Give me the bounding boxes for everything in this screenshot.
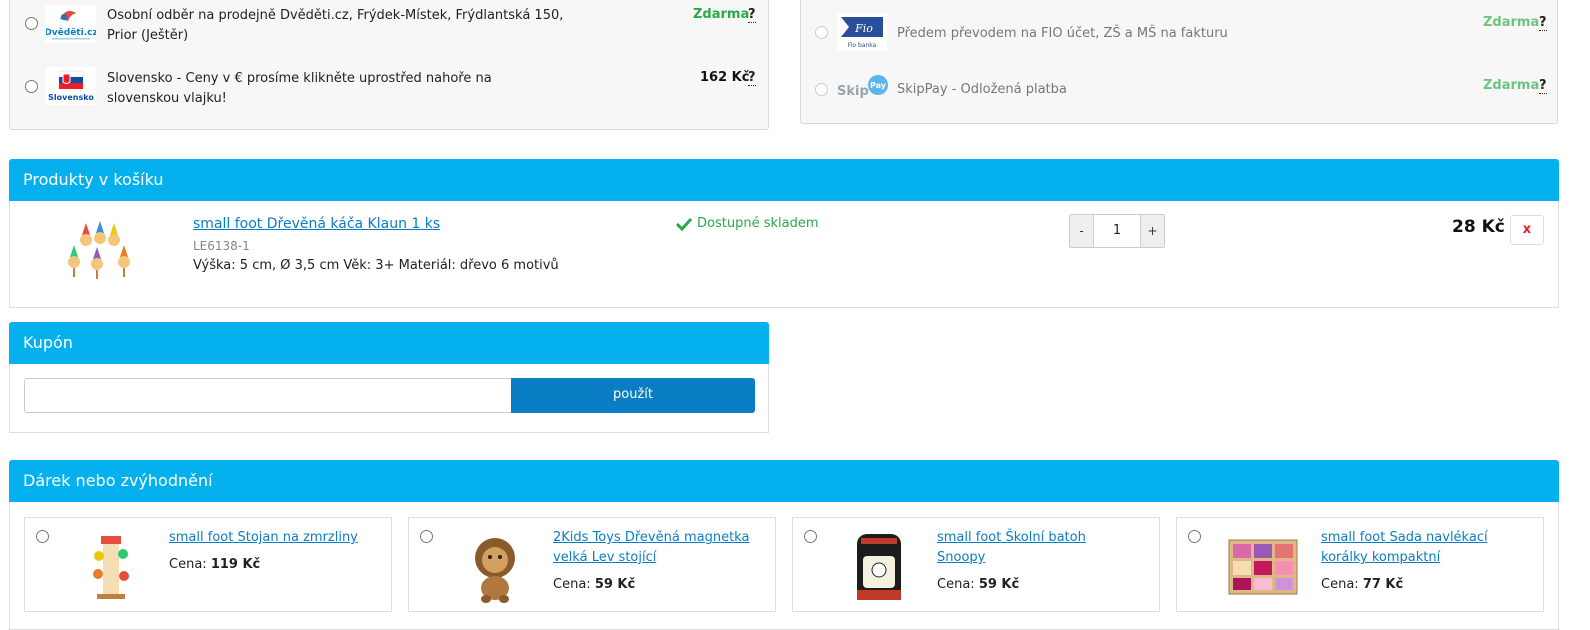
shipping-price-pickup: Zdarma (693, 7, 750, 22)
payment-radio-fio[interactable] (815, 26, 828, 39)
coupon-section-header: Kupón (9, 322, 769, 364)
backpack-icon (857, 534, 901, 600)
fio-bank-logo-icon: Fio Fio banka (837, 13, 887, 51)
payment-help-skippay[interactable]: ? (1539, 79, 1547, 94)
gift-option-lion-magnet[interactable]: 2Kids Toys Dřevěná magnetka velká Lev st… (408, 517, 776, 612)
gift-price-value-3: 59 Kč (978, 577, 1020, 592)
gift-image-1 (71, 526, 151, 606)
gift-option-snoopy-backpack[interactable]: small foot Školní batoh Snoopy Cena: 59 … (792, 517, 1160, 612)
dvedeti-logo-icon: Dvěděti.cz (44, 5, 98, 43)
clown-tops-icon (68, 221, 130, 279)
product-name-link[interactable]: small foot Dřevěná káča Klaun 1 ks (193, 216, 440, 232)
gift-price-label: Cena: (169, 557, 207, 572)
gift-radio-2[interactable] (420, 530, 433, 543)
gift-image-3 (839, 526, 919, 606)
lion-icon (475, 538, 515, 603)
quantity-input[interactable]: 1 (1094, 215, 1140, 247)
shipping-option-slovakia[interactable]: Slovensko Slovensko - Ceny v € prosíme k… (10, 61, 768, 117)
gift-price-value-2: 59 Kč (594, 577, 636, 592)
fio-logo-subtext: Fio banka (848, 42, 877, 49)
shipping-radio-pickup[interactable] (25, 17, 38, 30)
quantity-increase-button[interactable]: + (1140, 215, 1164, 247)
gifts-section-header: Dárek nebo zvýhodnění (9, 460, 1559, 502)
product-description: Výška: 5 cm, Ø 3,5 cm Věk: 3+ Materiál: … (193, 258, 559, 273)
shipping-price-slovakia: 162 Kč (700, 70, 750, 85)
product-total-price: 28 Kč (1452, 217, 1505, 237)
gift-price-label: Cena: (937, 577, 975, 592)
gift-radio-3[interactable] (804, 530, 817, 543)
product-code: LE6138-1 (193, 239, 250, 253)
gift-name-4[interactable]: small foot Sada navlékací korálky kompak… (1321, 528, 1521, 568)
skippay-logo-text-b: Pay (870, 81, 887, 90)
dvedeti-logo-text: Dvěděti.cz (46, 27, 96, 38)
cart-section-header: Produkty v košíku (9, 159, 1559, 201)
shipping-option-pickup[interactable]: Dvěděti.cz Osobní odběr na prodejně Dvěd… (10, 0, 768, 53)
shipping-label-pickup: Osobní odběr na prodejně Dvěděti.cz, Frý… (107, 8, 564, 43)
payment-price-skippay: Zdarma (1483, 78, 1540, 93)
gift-radio-1[interactable] (36, 530, 49, 543)
shipping-help-slovakia[interactable]: ? (748, 71, 756, 86)
bead-box-icon (1228, 539, 1298, 595)
skippay-logo-text-a: Skip (837, 84, 869, 99)
slovakia-logo-text: Slovensko (48, 93, 94, 102)
shipping-radio-slovakia[interactable] (25, 80, 38, 93)
coupon-input[interactable] (24, 378, 512, 413)
remove-item-button[interactable]: x (1510, 215, 1544, 245)
stock-status: Dostupné skladem (697, 216, 819, 231)
shipping-help-pickup[interactable]: ? (748, 8, 756, 23)
quantity-stepper[interactable]: - 1 + (1069, 214, 1165, 248)
gift-name-3[interactable]: small foot Školní batoh Snoopy (937, 528, 1137, 568)
fio-logo-text: Fio (854, 22, 873, 35)
gift-name-2[interactable]: 2Kids Toys Dřevěná magnetka velká Lev st… (553, 528, 753, 568)
payment-radio-skippay[interactable] (815, 83, 828, 96)
gift-price-label: Cena: (553, 577, 591, 592)
gift-radio-4[interactable] (1188, 530, 1201, 543)
skippay-logo-icon: Skip Pay (835, 73, 891, 103)
payment-price-fio: Zdarma (1483, 15, 1540, 30)
payment-options-box: Fio Fio banka Předem převodem na FIO úče… (800, 0, 1558, 124)
ice-cream-stand-icon (93, 536, 129, 599)
gift-price-3: Cena: 59 Kč (937, 577, 1019, 592)
payment-help-fio[interactable]: ? (1539, 16, 1547, 31)
gift-image-4 (1223, 526, 1303, 606)
gift-image-2 (455, 526, 535, 606)
payment-label-fio: Předem převodem na FIO účet, ZŠ a MŠ na … (897, 26, 1228, 41)
cart-section-body: small foot Dřevěná káča Klaun 1 ks LE613… (9, 201, 1559, 308)
slovakia-flag-icon: Slovensko (46, 67, 96, 105)
shipping-label-slovakia: Slovensko - Ceny v € prosíme klikněte up… (107, 71, 492, 106)
quantity-decrease-button[interactable]: - (1070, 215, 1094, 247)
gift-option-bead-set[interactable]: small foot Sada navlékací korálky kompak… (1176, 517, 1544, 612)
gift-price-label: Cena: (1321, 577, 1359, 592)
shipping-options-box: Dvěděti.cz Osobní odběr na prodejně Dvěd… (9, 0, 769, 130)
gift-option-ice-cream-stand[interactable]: small foot Stojan na zmrzliny Cena: 119 … (24, 517, 392, 612)
product-image[interactable] (60, 217, 144, 289)
gift-price-1: Cena: 119 Kč (169, 557, 260, 572)
apply-coupon-button[interactable]: použít (511, 378, 755, 413)
check-icon (675, 217, 693, 235)
gift-name-1[interactable]: small foot Stojan na zmrzliny (169, 528, 369, 548)
payment-label-skippay: SkipPay - Odložená platba (897, 82, 1067, 97)
gift-price-2: Cena: 59 Kč (553, 577, 635, 592)
gift-price-4: Cena: 77 Kč (1321, 577, 1403, 592)
gift-price-value-1: 119 Kč (210, 557, 261, 572)
gift-price-value-4: 77 Kč (1362, 577, 1404, 592)
coupon-section-body: použít (9, 364, 769, 433)
